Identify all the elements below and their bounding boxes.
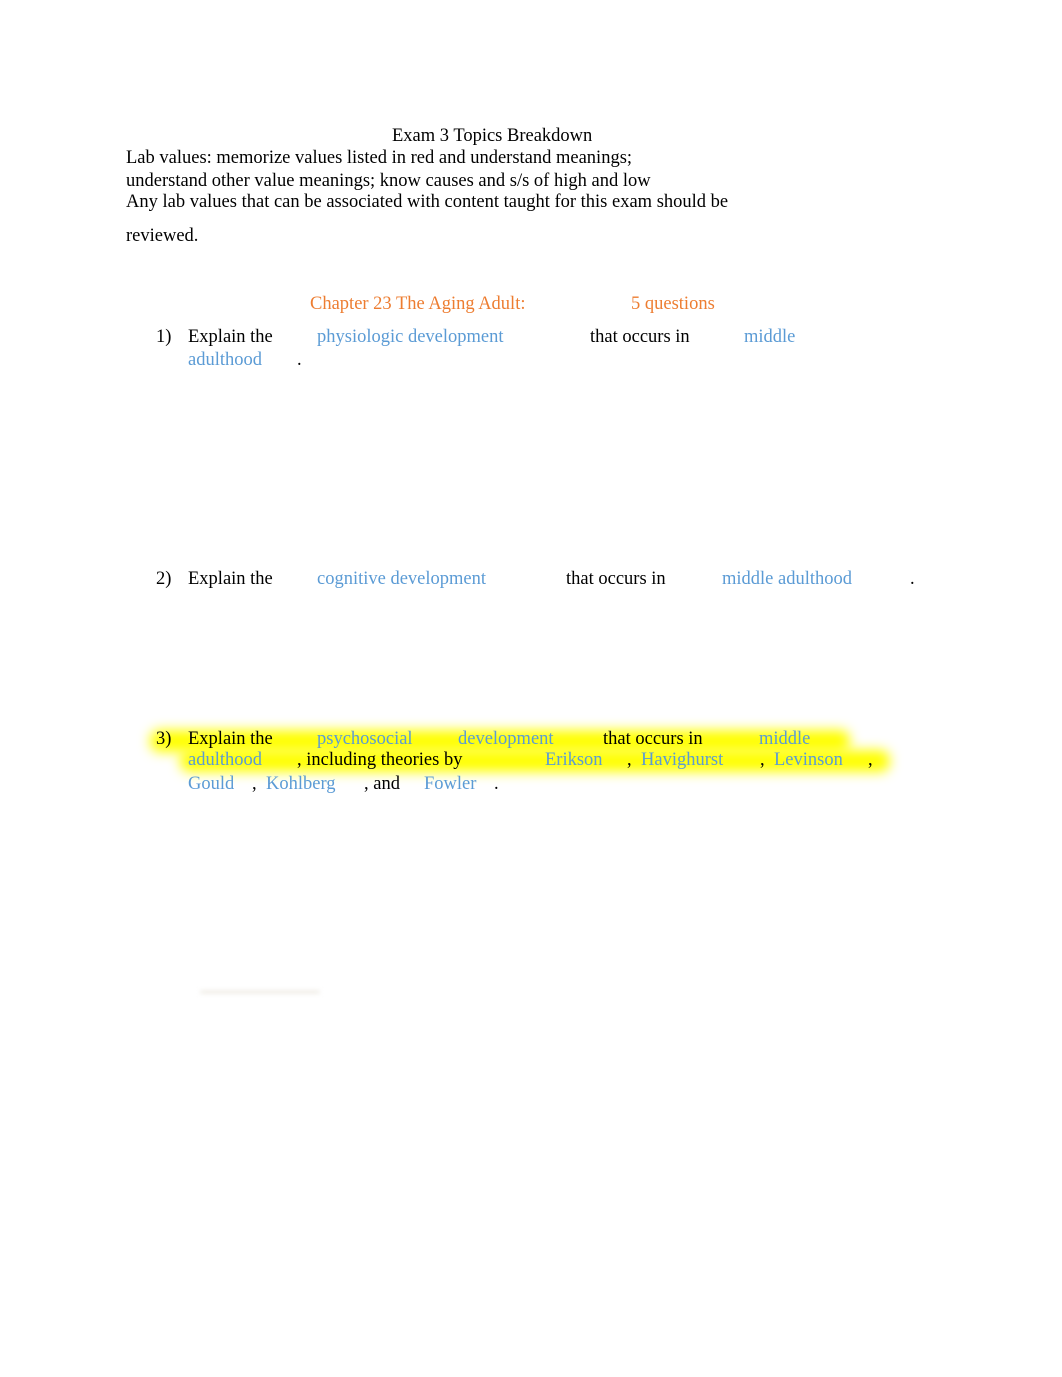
item-lead: Explain the: [188, 729, 273, 749]
separator-comma: ,: [868, 750, 873, 770]
item-topic: psychosocial: [317, 729, 413, 749]
theorist-name: Havighurst: [641, 750, 724, 770]
item-end: .: [297, 350, 302, 370]
item-stage: middle adulthood: [722, 569, 852, 589]
separator-comma: ,: [627, 750, 632, 770]
separator-comma: ,: [760, 750, 765, 770]
item-topic: development: [458, 729, 554, 749]
item-lead: Explain the: [188, 327, 273, 347]
item-stage: adulthood: [188, 750, 262, 770]
intro-line: Lab values: memorize values listed in re…: [126, 148, 633, 168]
theorist-name: Gould: [188, 774, 235, 794]
item-including: , including theories by: [297, 750, 463, 770]
item-connector: that occurs in: [603, 729, 703, 749]
item-lead: Explain the: [188, 569, 273, 589]
item-stage: middle: [744, 327, 796, 347]
item-topic: physiologic development: [317, 327, 504, 347]
theorist-name: Levinson: [774, 750, 843, 770]
separator-and: , and: [364, 774, 400, 794]
chapter-question-count: 5 questions: [631, 294, 715, 314]
item-connector: that occurs in: [590, 327, 690, 347]
item-number: 1): [156, 327, 172, 347]
document-title: Exam 3 Topics Breakdown: [392, 126, 593, 146]
intro-line: Any lab values that can be associated wi…: [126, 192, 729, 212]
item-topic: cognitive development: [317, 569, 487, 589]
item-stage: middle: [759, 729, 811, 749]
item-connector: that occurs in: [566, 569, 666, 589]
scan-smudge: [200, 990, 320, 994]
theorist-name: Erikson: [545, 750, 603, 770]
item-number: 2): [156, 569, 172, 589]
item-end: .: [494, 774, 499, 794]
intro-line: reviewed.: [126, 226, 199, 246]
separator-comma: ,: [252, 774, 257, 794]
item-end: .: [910, 569, 915, 589]
chapter-heading: Chapter 23 The Aging Adult:: [310, 294, 526, 314]
intro-line: understand other value meanings; know ca…: [126, 171, 651, 191]
theorist-name: Fowler: [424, 774, 477, 794]
theorist-name: Kohlberg: [266, 774, 336, 794]
item-number: 3): [156, 729, 172, 749]
item-stage: adulthood: [188, 350, 262, 370]
